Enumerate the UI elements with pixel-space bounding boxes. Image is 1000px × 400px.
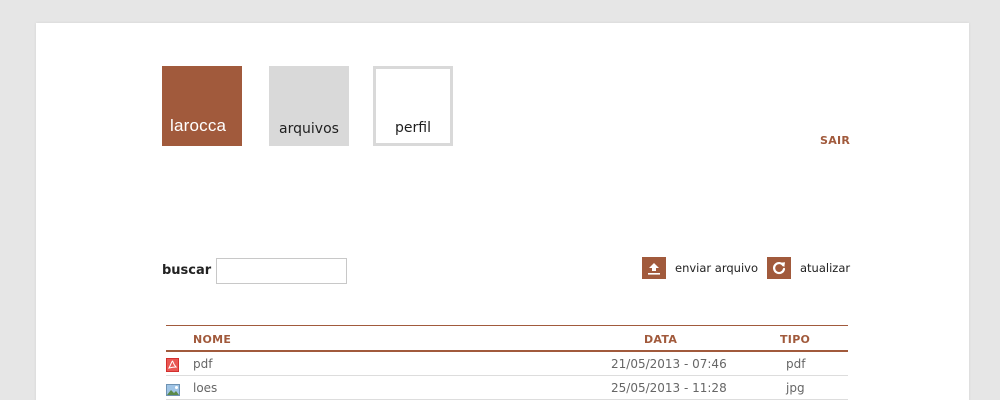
nav-tile-perfil[interactable]: perfil [373, 66, 453, 146]
search-input[interactable] [216, 258, 347, 284]
logo-tile[interactable]: larocca [162, 66, 242, 146]
column-header-type[interactable]: TIPO [780, 333, 810, 346]
files-table: NOME DATA TIPO pdf 21/05/2013 - 07:46 pd… [166, 325, 848, 400]
table-row[interactable]: loes 25/05/2013 - 11:28 jpg [166, 376, 848, 400]
file-name[interactable]: pdf [193, 357, 212, 371]
logout-link[interactable]: SAIR [820, 134, 850, 147]
refresh-button[interactable]: atualizar [767, 257, 850, 279]
page-container: larocca arquivos perfil SAIR buscar envi… [36, 23, 969, 400]
logo-text: larocca [170, 116, 227, 135]
nav-tile-label: arquivos [279, 121, 339, 137]
file-type: jpg [786, 381, 805, 395]
search-label: buscar [162, 263, 212, 278]
nav-tile-arquivos[interactable]: arquivos [269, 66, 349, 146]
image-file-icon [166, 381, 180, 396]
table-row[interactable]: pdf 21/05/2013 - 07:46 pdf [166, 352, 848, 376]
file-date: 21/05/2013 - 07:46 [611, 357, 727, 371]
file-type: pdf [786, 357, 806, 371]
file-date: 25/05/2013 - 11:28 [611, 381, 727, 395]
upload-icon [642, 257, 666, 279]
column-header-date[interactable]: DATA [644, 333, 677, 346]
nav-tile-label: perfil [395, 120, 431, 136]
pdf-file-icon [166, 357, 179, 372]
refresh-icon [767, 257, 791, 279]
refresh-label: atualizar [800, 261, 851, 275]
table-header: NOME DATA TIPO [166, 326, 848, 352]
upload-label: enviar arquivo [675, 261, 758, 275]
file-name[interactable]: loes [193, 381, 217, 395]
column-header-name[interactable]: NOME [193, 333, 231, 346]
upload-button[interactable]: enviar arquivo [642, 257, 758, 279]
